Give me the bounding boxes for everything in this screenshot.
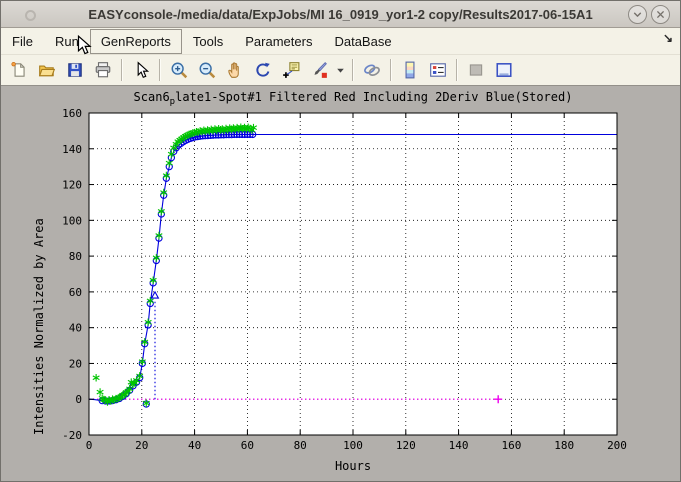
zoom-in-icon — [170, 61, 188, 79]
x-tick-label: 180 — [554, 439, 574, 452]
pointer-icon — [132, 61, 150, 79]
x-tick-label: 60 — [241, 439, 254, 452]
x-tick-label: 140 — [449, 439, 469, 452]
window-close-button[interactable] — [651, 5, 670, 24]
data-cursor-icon — [282, 61, 300, 79]
brush-menu-button[interactable] — [333, 56, 348, 84]
toolbar-separator — [352, 59, 354, 81]
colorbar-button[interactable] — [396, 56, 424, 84]
y-tick-label: 80 — [69, 250, 82, 263]
y-tick-label: -20 — [62, 429, 82, 442]
y-tick-label: 40 — [69, 322, 82, 335]
pointer-button[interactable] — [127, 56, 155, 84]
toolbar-separator — [121, 59, 123, 81]
menu-tools[interactable]: Tools — [182, 29, 234, 54]
save-file-icon — [66, 61, 84, 79]
menu-database[interactable]: DataBase — [323, 29, 402, 54]
rotate-3d-button[interactable] — [249, 56, 277, 84]
window-menu-icon — [25, 10, 36, 21]
window-title: EASYconsole-/media/data/ExpJobs/MI 16_09… — [88, 7, 592, 22]
x-tick-label: 0 — [86, 439, 93, 452]
y-tick-label: 160 — [62, 107, 82, 120]
save-file-button[interactable] — [61, 56, 89, 84]
x-tick-label: 160 — [501, 439, 521, 452]
open-file-button[interactable] — [33, 56, 61, 84]
insert-legend-icon — [429, 61, 447, 79]
pan-button[interactable] — [221, 56, 249, 84]
link-plots-icon — [363, 61, 381, 79]
x-tick-label: 120 — [396, 439, 416, 452]
insert-legend-button[interactable] — [424, 56, 452, 84]
close-icon — [655, 9, 666, 20]
figure-area: 0 20 40 60 80 100 120 140 160 180 200 -20 0 20 40 60 80 1… — [1, 86, 680, 481]
hide-plot-tools-button[interactable] — [462, 56, 490, 84]
brush-icon — [310, 61, 328, 79]
title-bar: EASYconsole-/media/data/ExpJobs/MI 16_09… — [1, 1, 680, 28]
y-tick-label: 140 — [62, 143, 82, 156]
zoom-out-button[interactable] — [193, 56, 221, 84]
brush-menu-icon — [336, 61, 345, 79]
plot-title: Scan6plate1-Spot#1 Filtered Red Includin… — [89, 90, 617, 107]
menu-genreports[interactable]: GenReports — [90, 29, 182, 54]
dock-figure-button[interactable] — [490, 56, 518, 84]
link-plots-button[interactable] — [358, 56, 386, 84]
toolbar — [1, 55, 680, 86]
window-shade-button[interactable] — [628, 5, 647, 24]
y-tick-label: 20 — [69, 357, 82, 370]
toolbar-separator — [456, 59, 458, 81]
rotate-3d-icon — [254, 61, 272, 79]
menu-bar: File Run GenReports Tools Parameters Dat… — [1, 28, 680, 55]
menu-run[interactable]: Run — [44, 29, 90, 54]
y-tick-label: 60 — [69, 286, 82, 299]
hide-plot-tools-icon — [467, 61, 485, 79]
x-tick-label: 40 — [188, 439, 201, 452]
x-tick-label: 80 — [294, 439, 307, 452]
menu-parameters[interactable]: Parameters — [234, 29, 323, 54]
data-cursor-button[interactable] — [277, 56, 305, 84]
dock-arrow-icon[interactable]: ↘ — [663, 31, 680, 51]
brush-button[interactable] — [305, 56, 333, 84]
x-tick-label: 200 — [607, 439, 627, 452]
menu-file[interactable]: File — [1, 29, 44, 54]
colorbar-icon — [401, 61, 419, 79]
toolbar-separator — [159, 59, 161, 81]
zoom-in-button[interactable] — [165, 56, 193, 84]
chart-canvas: 0 20 40 60 80 100 120 140 160 180 200 -20 0 20 40 60 80 1… — [1, 86, 680, 482]
toolbar-separator — [390, 59, 392, 81]
y-tick-label: 100 — [62, 214, 82, 227]
print-icon — [94, 61, 112, 79]
print-button[interactable] — [89, 56, 117, 84]
x-axis-label: Hours — [89, 459, 617, 473]
open-file-icon — [38, 61, 56, 79]
x-tick-label: 20 — [135, 439, 148, 452]
new-file-button[interactable] — [5, 56, 33, 84]
y-tick-label: 120 — [62, 179, 82, 192]
pan-icon — [226, 61, 244, 79]
dock-figure-icon — [495, 61, 513, 79]
app-window: EASYconsole-/media/data/ExpJobs/MI 16_09… — [0, 0, 681, 482]
new-file-icon — [10, 61, 28, 79]
y-axis-label: Intensities Normalized by Area — [32, 113, 46, 435]
zoom-out-icon — [198, 61, 216, 79]
y-tick-label: 0 — [75, 393, 82, 406]
chevron-down-icon — [631, 8, 644, 21]
x-tick-label: 100 — [343, 439, 363, 452]
